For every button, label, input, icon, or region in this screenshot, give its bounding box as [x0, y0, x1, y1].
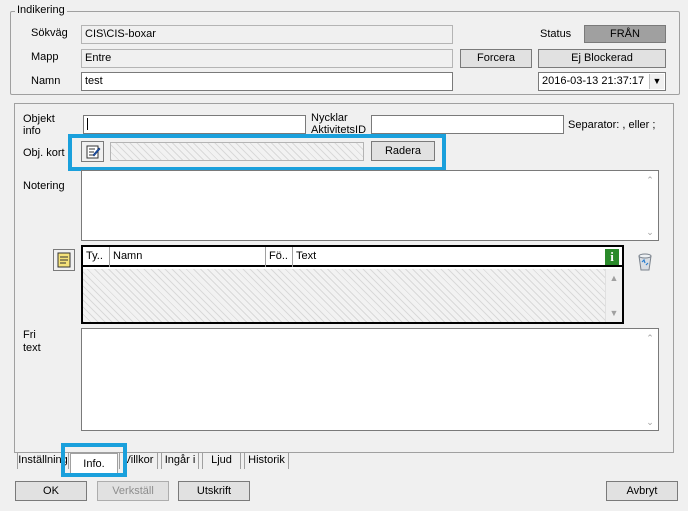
objekt-label-line2: info: [23, 125, 41, 137]
chevron-down-icon: ▼: [652, 76, 662, 86]
scroll-up-icon: ⌃: [646, 333, 654, 343]
notering-textarea[interactable]: ⌃ ⌄: [81, 170, 659, 241]
table-header: Ty.. Namn Fö.. Text i: [83, 247, 622, 267]
fri-label-line2: text: [23, 342, 41, 354]
nycklar-input[interactable]: [371, 115, 564, 134]
verkstall-button[interactable]: Verkställ: [97, 481, 169, 501]
notes-button[interactable]: [53, 249, 75, 271]
notering-scrollbar[interactable]: ⌃ ⌄: [642, 171, 658, 240]
tab-info-highlight: [61, 443, 127, 477]
mapp-label: Mapp: [31, 51, 59, 63]
text-cursor: [87, 118, 88, 130]
tab-ljud[interactable]: Ljud: [202, 452, 241, 469]
scroll-up-icon: ⌃: [646, 175, 654, 185]
notering-label: Notering: [23, 180, 65, 192]
status-badge: FRÅN: [584, 25, 666, 43]
nycklar-label-line1: Nycklar: [311, 112, 348, 124]
namn-input[interactable]: test: [81, 72, 453, 91]
tab-ingar-i[interactable]: Ingår i: [161, 452, 199, 469]
datetime-dropdown-button[interactable]: ▼: [649, 74, 664, 89]
nycklar-label: Nycklar AktivitetsID: [311, 112, 366, 136]
info-icon[interactable]: i: [605, 249, 619, 265]
namn-label: Namn: [31, 75, 61, 87]
column-header-typ[interactable]: Ty..: [83, 247, 110, 267]
column-header-fo[interactable]: Fö..: [266, 247, 293, 267]
column-header-namn[interactable]: Namn: [110, 247, 266, 267]
scroll-down-icon: ⌄: [646, 417, 654, 427]
events-table[interactable]: Ty.. Namn Fö.. Text i ▲ ▼: [81, 245, 624, 324]
recycle-bin-icon: [638, 253, 652, 271]
ok-button[interactable]: OK: [15, 481, 87, 501]
datetime-picker[interactable]: 2016-03-13 21:37:17: [538, 72, 666, 91]
separator-label: Separator: , eller ;: [568, 119, 656, 131]
recycle-bin-button[interactable]: [636, 251, 654, 271]
table-body[interactable]: [83, 269, 605, 322]
indikering-legend: Indikering: [15, 4, 67, 16]
objekt-label-line1: Objekt: [23, 113, 55, 125]
fri-label-line1: Fri: [23, 329, 36, 341]
forcera-button[interactable]: Forcera: [460, 49, 532, 68]
column-header-text[interactable]: Text: [293, 247, 603, 267]
blockerad-button[interactable]: Ej Blockerad: [538, 49, 666, 68]
objekt-info-label: Objekt info: [23, 113, 55, 137]
fri-text-label: Fri text: [23, 329, 41, 355]
objkort-highlight: [68, 134, 446, 171]
avbryt-button[interactable]: Avbryt: [606, 481, 678, 501]
datetime-value: 2016-03-13 21:37:17: [542, 75, 645, 87]
sokvag-label: Sökväg: [31, 27, 68, 39]
fri-text-textarea[interactable]: ⌃ ⌄: [81, 328, 659, 431]
utskrift-button[interactable]: Utskrift: [178, 481, 250, 501]
sokvag-field: CIS\CIS-boxar: [81, 25, 453, 44]
tab-historik[interactable]: Historik: [244, 452, 289, 469]
notepad-icon: [57, 252, 71, 268]
scroll-up-arrow-icon: ▲: [609, 273, 619, 283]
objkort-label: Obj. kort: [23, 147, 65, 159]
scroll-down-arrow-icon: ▼: [609, 308, 619, 318]
status-label: Status: [540, 28, 572, 40]
table-scrollbar[interactable]: ▲ ▼: [605, 269, 622, 322]
mapp-field: Entre: [81, 49, 453, 68]
objekt-info-input[interactable]: [83, 115, 306, 134]
fri-text-scrollbar[interactable]: ⌃ ⌄: [642, 329, 658, 430]
scroll-down-icon: ⌄: [646, 227, 654, 237]
